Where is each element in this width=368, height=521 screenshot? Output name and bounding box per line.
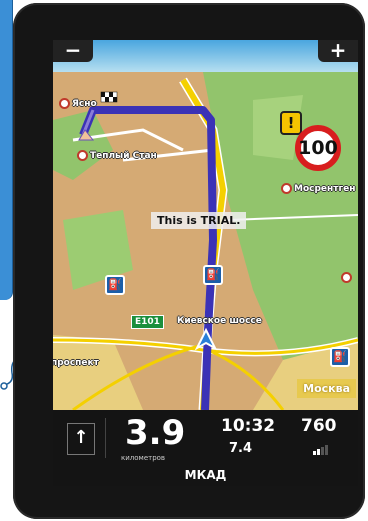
- divider: [105, 418, 106, 458]
- road-label-kievskoe: Киевское шоссе: [177, 316, 262, 326]
- place-label-teply-stan: Теплый Стан: [77, 150, 157, 161]
- arrow-up-icon[interactable]: ↑: [67, 423, 95, 455]
- gps-signal-icon: [313, 445, 328, 455]
- navigator-screen: − + Ясно Теплый Стан Мосрентген Киевское…: [53, 40, 358, 486]
- road-label-prospekt: проспект: [53, 358, 99, 368]
- distance-value: 3.9: [125, 413, 186, 453]
- poi-dot-icon: [77, 150, 88, 161]
- side-panel-strip: [0, 0, 13, 300]
- place-label-mosrentgen: Мосрентген: [281, 183, 355, 194]
- fuel-station-icon[interactable]: ⛽: [105, 275, 125, 295]
- fuel-station-icon[interactable]: ⛽: [203, 265, 223, 285]
- zoom-out-button[interactable]: −: [53, 40, 93, 62]
- eta-value: 7.4: [229, 441, 253, 456]
- distance-unit: километров: [121, 454, 166, 462]
- street-name: МКАД: [184, 468, 227, 482]
- finish-flag-icon: [100, 91, 118, 103]
- zoom-in-button[interactable]: +: [318, 40, 358, 62]
- city-label: Москва: [297, 379, 356, 398]
- speed-limit-sign: 100: [295, 125, 341, 171]
- navigator-device: − + Ясно Теплый Стан Мосрентген Киевское…: [13, 3, 365, 519]
- poi-marker-right: [341, 272, 354, 283]
- poi-dot-icon: [341, 272, 352, 283]
- road-number-sign: E101: [131, 315, 164, 329]
- altitude-value: 760: [301, 416, 337, 436]
- status-panel: ↑ 3.9 километров 10:32 7.4 760 МКАД: [53, 410, 358, 486]
- fuel-station-icon[interactable]: ⛽: [330, 347, 350, 367]
- poi-dot-icon: [59, 98, 70, 109]
- trial-watermark: This is TRIAL.: [151, 212, 247, 229]
- place-label-top: Ясно: [59, 98, 97, 109]
- warning-icon: !: [280, 111, 302, 135]
- time-value: 10:32: [221, 416, 276, 436]
- poi-dot-icon: [281, 183, 292, 194]
